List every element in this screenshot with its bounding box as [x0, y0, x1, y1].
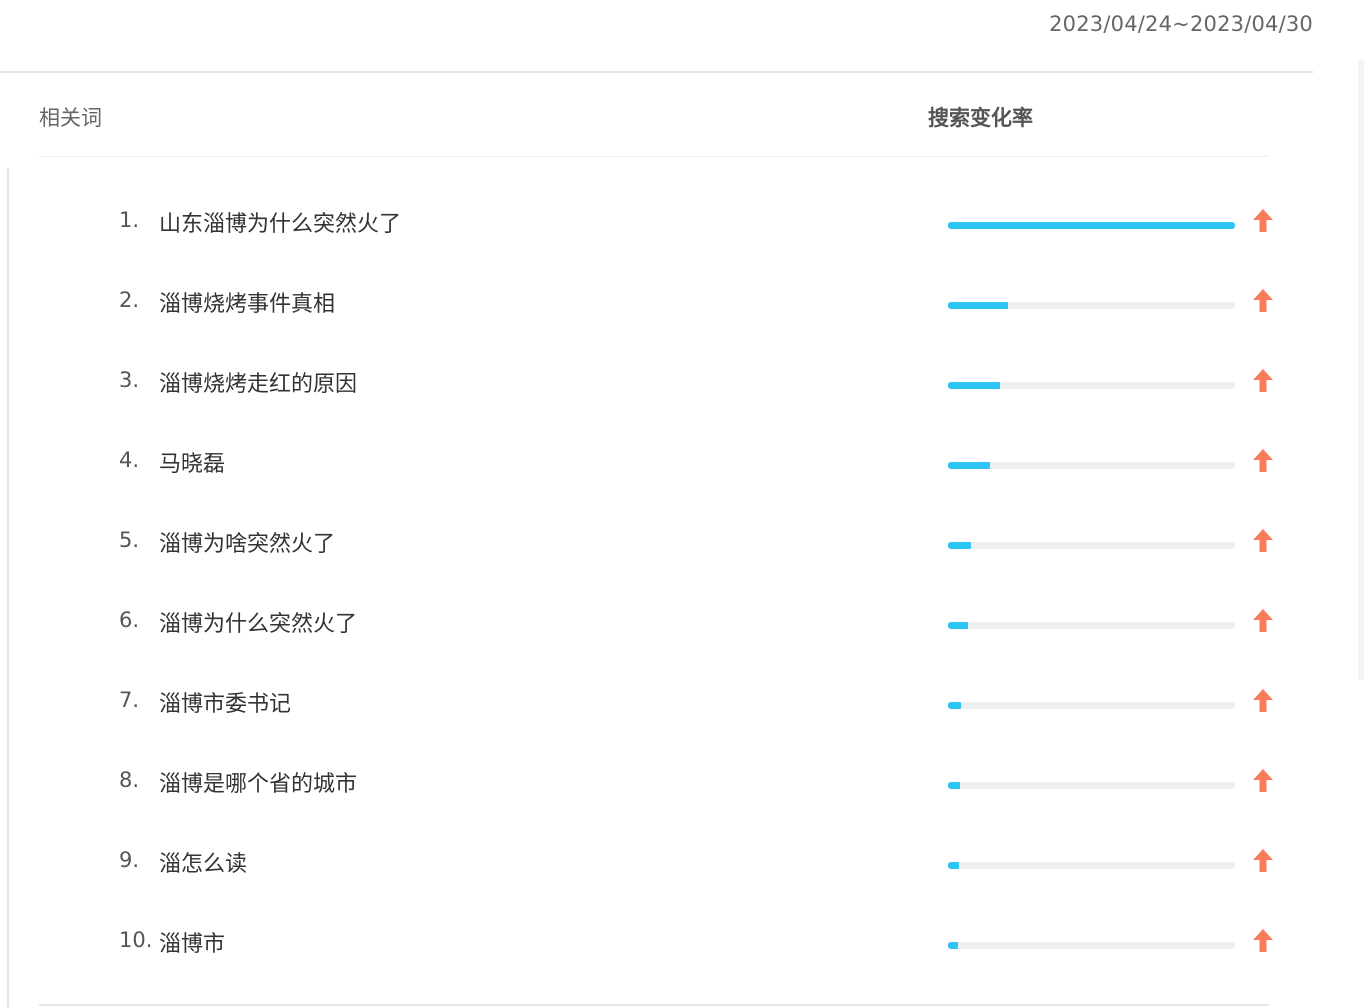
- list-item-3[interactable]: 3. 淄博烧烤走红的原因: [0, 341, 1364, 421]
- arrow-up-icon: [1253, 449, 1273, 472]
- related-word-link[interactable]: 淄博烧烤走红的原因: [159, 366, 357, 398]
- rank-number: 3.: [119, 368, 140, 392]
- related-word-link[interactable]: 山东淄博为什么突然火了: [159, 206, 401, 238]
- list-item-5[interactable]: 5. 淄博为啥突然火了: [0, 501, 1364, 581]
- rank-number: 10.: [119, 928, 153, 952]
- change-rate-bar: [948, 782, 1235, 789]
- rank-number: 6.: [119, 608, 140, 632]
- change-rate-bar: [948, 222, 1235, 229]
- change-rate-bar-fill: [948, 302, 1009, 309]
- list-item-4[interactable]: 4. 马晓磊: [0, 421, 1364, 501]
- arrow-up-icon: [1253, 769, 1273, 792]
- arrow-up-icon: [1253, 209, 1273, 232]
- change-rate-bar-fill: [948, 942, 959, 949]
- column-header-search-change-rate: 搜索变化率: [928, 106, 1033, 130]
- arrow-up-icon: [1253, 609, 1273, 632]
- arrow-up-icon: [1253, 849, 1273, 872]
- change-rate-bar-fill: [948, 862, 959, 869]
- related-word-link[interactable]: 淄博为啥突然火了: [159, 526, 335, 558]
- change-rate-bar: [948, 862, 1235, 869]
- list-item-9[interactable]: 9. 淄怎么读: [0, 821, 1364, 901]
- list-item-10[interactable]: 10. 淄博市: [0, 901, 1364, 981]
- change-rate-bar-fill: [948, 382, 1000, 389]
- rank-number: 2.: [119, 288, 140, 312]
- change-rate-bar: [948, 302, 1235, 309]
- list-item-8[interactable]: 8. 淄博是哪个省的城市: [0, 741, 1364, 821]
- change-rate-bar-fill: [948, 542, 971, 549]
- related-word-link[interactable]: 淄博市: [159, 926, 225, 958]
- list-item-6[interactable]: 6. 淄博为什么突然火了: [0, 581, 1364, 661]
- rank-number: 4.: [119, 448, 140, 472]
- related-word-link[interactable]: 淄怎么读: [159, 846, 247, 878]
- arrow-up-icon: [1253, 929, 1273, 952]
- related-word-link[interactable]: 淄博烧烤事件真相: [159, 286, 335, 318]
- change-rate-bar: [948, 382, 1235, 389]
- change-rate-bar-fill: [948, 222, 1235, 229]
- related-word-link[interactable]: 马晓磊: [159, 446, 225, 478]
- change-rate-bar: [948, 622, 1235, 629]
- rank-number: 7.: [119, 688, 140, 712]
- rank-number: 8.: [119, 768, 140, 792]
- list-item-2[interactable]: 2. 淄博烧烤事件真相: [0, 261, 1364, 341]
- related-words-list: 1. 山东淄博为什么突然火了 2. 淄博烧烤事件真相 3. 淄博烧烤走红的原因 …: [0, 181, 1364, 981]
- arrow-up-icon: [1253, 369, 1273, 392]
- column-header-related-words: 相关词: [39, 106, 102, 130]
- arrow-up-icon: [1253, 289, 1273, 312]
- change-rate-bar-fill: [948, 622, 969, 629]
- related-word-link[interactable]: 淄博是哪个省的城市: [159, 766, 357, 798]
- list-item-7[interactable]: 7. 淄博市委书记: [0, 661, 1364, 741]
- table-header: 相关词 搜索变化率: [39, 72, 1269, 157]
- change-rate-bar-fill: [948, 462, 990, 469]
- change-rate-bar-fill: [948, 702, 961, 709]
- rank-number: 9.: [119, 848, 140, 872]
- list-item-1[interactable]: 1. 山东淄博为什么突然火了: [0, 181, 1364, 261]
- related-word-link[interactable]: 淄博为什么突然火了: [159, 606, 357, 638]
- change-rate-bar: [948, 462, 1235, 469]
- change-rate-bar: [948, 702, 1235, 709]
- related-words-page: 2023/04/24~2023/04/30 相关词 搜索变化率 1. 山东淄博为…: [0, 0, 1364, 1008]
- rank-number: 5.: [119, 528, 140, 552]
- arrow-up-icon: [1253, 689, 1273, 712]
- change-rate-bar: [948, 542, 1235, 549]
- change-rate-bar-fill: [948, 782, 961, 789]
- change-rate-bar: [948, 942, 1235, 949]
- bottom-divider: [39, 1004, 1269, 1006]
- arrow-up-icon: [1253, 529, 1273, 552]
- related-word-link[interactable]: 淄博市委书记: [159, 686, 291, 718]
- date-range[interactable]: 2023/04/24~2023/04/30: [1049, 12, 1313, 36]
- rank-number: 1.: [119, 208, 140, 232]
